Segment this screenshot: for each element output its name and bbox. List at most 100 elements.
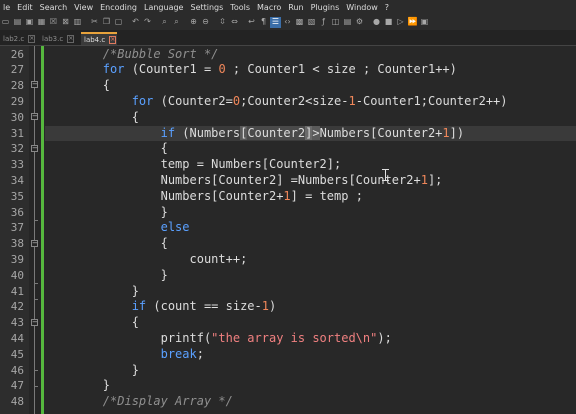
current-code-line[interactable]: if (Numbers[Counter2]>Numbers[Counter2+1… [45, 125, 576, 142]
line-number: 34 [10, 173, 24, 187]
fold-end [34, 386, 38, 387]
code-line[interactable]: else [45, 220, 576, 236]
fold-marker-30[interactable]: − [31, 113, 38, 120]
folder-workspace-icon[interactable]: ▧ [306, 17, 317, 28]
tab-close-icon[interactable]: × [109, 35, 117, 44]
cut-icon[interactable]: ✂ [89, 17, 100, 28]
close-icon[interactable]: ☒ [48, 17, 59, 28]
paste-icon[interactable]: ▢ [113, 17, 124, 28]
code-token: "the array is sorted\n" [211, 330, 378, 345]
tab-close-icon[interactable]: × [28, 34, 36, 43]
menu-item-tools[interactable]: Tools [227, 3, 254, 12]
redo-icon[interactable]: ↷ [142, 17, 153, 28]
menu-item-macro[interactable]: Macro [254, 3, 285, 12]
code-editor[interactable]: 26 27 28 29 30 31 32 33 34 35 36 37 38 39 40 41 42 43 44 45… [0, 46, 576, 414]
tab-lab3-c[interactable]: lab3.c × [39, 32, 77, 45]
code-line[interactable]: { [45, 141, 576, 157]
code-line[interactable]: { [45, 78, 576, 94]
indent-guide-icon[interactable]: ☰ [270, 16, 281, 28]
code-token: Counter1;Counter2 [362, 93, 486, 108]
menu-item-window[interactable]: Window [343, 3, 382, 12]
code-token: { [45, 141, 168, 156]
code-line[interactable]: Numbers[Counter2] =Numbers[Counter2+1]; [45, 173, 576, 189]
doc-list-icon[interactable]: ▤ [342, 17, 353, 28]
tab-lab2-c[interactable]: lab2.c × [0, 32, 36, 45]
code-line[interactable]: break; [45, 347, 576, 363]
tab-lab4-c[interactable]: lab4.c × [81, 32, 117, 45]
menu-item-?[interactable]: ? [382, 3, 393, 12]
tab-bar: lab2.c × lab3.c × lab4.c × [0, 30, 576, 46]
tag-icon[interactable]: ‹› [282, 17, 293, 28]
settings-icon[interactable]: ⚙ [354, 17, 365, 28]
code-line[interactable]: Numbers[Counter2+1] = temp ; [45, 189, 576, 205]
copy-icon[interactable]: ❐ [101, 17, 112, 28]
save-all-icon[interactable]: ▦ [36, 17, 47, 28]
menu-item-plugins[interactable]: Plugins [308, 3, 344, 12]
document-map-icon[interactable]: ▩ [294, 17, 305, 28]
code-line[interactable]: count++; [45, 252, 576, 268]
fold-marker-32[interactable]: − [31, 145, 38, 152]
menu-item-file[interactable]: le [0, 3, 14, 12]
menu-item-search[interactable]: Search [37, 3, 71, 12]
fold-end [34, 283, 38, 284]
play-macro-icon[interactable]: ▷ [395, 17, 406, 28]
save-macro-icon[interactable]: ▣ [419, 17, 430, 28]
fold-marker-43[interactable]: − [31, 319, 38, 326]
open-file-icon[interactable]: ▤ [12, 17, 23, 28]
menu-item-edit[interactable]: Edit [14, 3, 37, 12]
code-line[interactable]: } [45, 284, 576, 300]
code-line[interactable]: temp = Numbers[Counter2]; [45, 157, 576, 173]
fold-marker-38[interactable]: − [31, 240, 38, 247]
menu-bar: le Edit Search View Encoding Language Settings… [0, 0, 576, 14]
code-token: ;Counter2 [240, 93, 306, 108]
zoom-out-icon[interactable]: ⊖ [200, 17, 211, 28]
code-token: 1 [442, 125, 450, 140]
code-line[interactable]: } [45, 378, 576, 394]
menu-item-view[interactable]: View [71, 3, 97, 12]
code-token: 0 [218, 62, 226, 77]
toolbar-separator [183, 17, 187, 28]
fold-line [34, 120, 35, 145]
code-line[interactable]: printf("the array is sorted\n"); [45, 331, 576, 347]
menu-item-settings[interactable]: Settings [187, 3, 227, 12]
line-number: 44 [10, 331, 24, 345]
undo-icon[interactable]: ↶ [130, 17, 141, 28]
save-icon[interactable]: ▣ [24, 17, 35, 28]
fold-marker-28[interactable]: − [31, 81, 38, 88]
code-token: Numbers[Counter2 [319, 125, 436, 140]
code-line[interactable]: { [45, 236, 576, 252]
code-line[interactable]: /*Bubble Sort */ [45, 47, 576, 63]
sync-horizontal-icon[interactable]: ⇔ [229, 17, 240, 28]
code-line[interactable]: if (count == size-1) [45, 299, 576, 315]
find-icon[interactable]: ⌕ [159, 17, 170, 28]
code-line[interactable]: { [45, 315, 576, 331]
menu-item-encoding[interactable]: Encoding [97, 3, 141, 12]
menu-item-language[interactable]: Language [141, 3, 187, 12]
stop-macro-icon[interactable]: ■ [383, 17, 394, 28]
code-line[interactable]: { [45, 110, 576, 126]
code-token: } [45, 283, 139, 298]
run-multiple-icon[interactable]: ⏩ [407, 17, 418, 28]
code-line[interactable]: for (Counter1 = 0 ; Counter1 < size ; Co… [45, 62, 576, 78]
record-macro-icon[interactable]: ● [371, 17, 382, 28]
code-line[interactable]: /*Display Array */ [45, 394, 576, 410]
sync-vertical-icon[interactable]: ⇳ [217, 17, 228, 28]
print-icon[interactable]: ▥ [72, 17, 83, 28]
show-all-chars-icon[interactable]: ¶ [258, 17, 269, 28]
code-line[interactable]: } [45, 268, 576, 284]
code-line[interactable]: } [45, 363, 576, 379]
zoom-in-icon[interactable]: ⊕ [188, 17, 199, 28]
menu-item-run[interactable]: Run [285, 3, 307, 12]
word-wrap-icon[interactable]: ↩ [246, 17, 257, 28]
close-all-icon[interactable]: ⊠ [60, 17, 71, 28]
function-list-icon[interactable]: ƒ [318, 17, 329, 28]
code-token: } [45, 378, 111, 393]
new-file-icon[interactable]: ▭ [0, 17, 11, 28]
monitoring-icon[interactable]: ◫ [330, 17, 341, 28]
replace-icon[interactable]: ⌕ [171, 17, 182, 28]
code-token: (Numbers [175, 125, 241, 140]
code-line[interactable]: } [45, 205, 576, 221]
code-line[interactable]: for (Counter2=0;Counter2<size-1-Counter1… [45, 94, 576, 110]
tab-close-icon[interactable]: × [67, 34, 75, 43]
